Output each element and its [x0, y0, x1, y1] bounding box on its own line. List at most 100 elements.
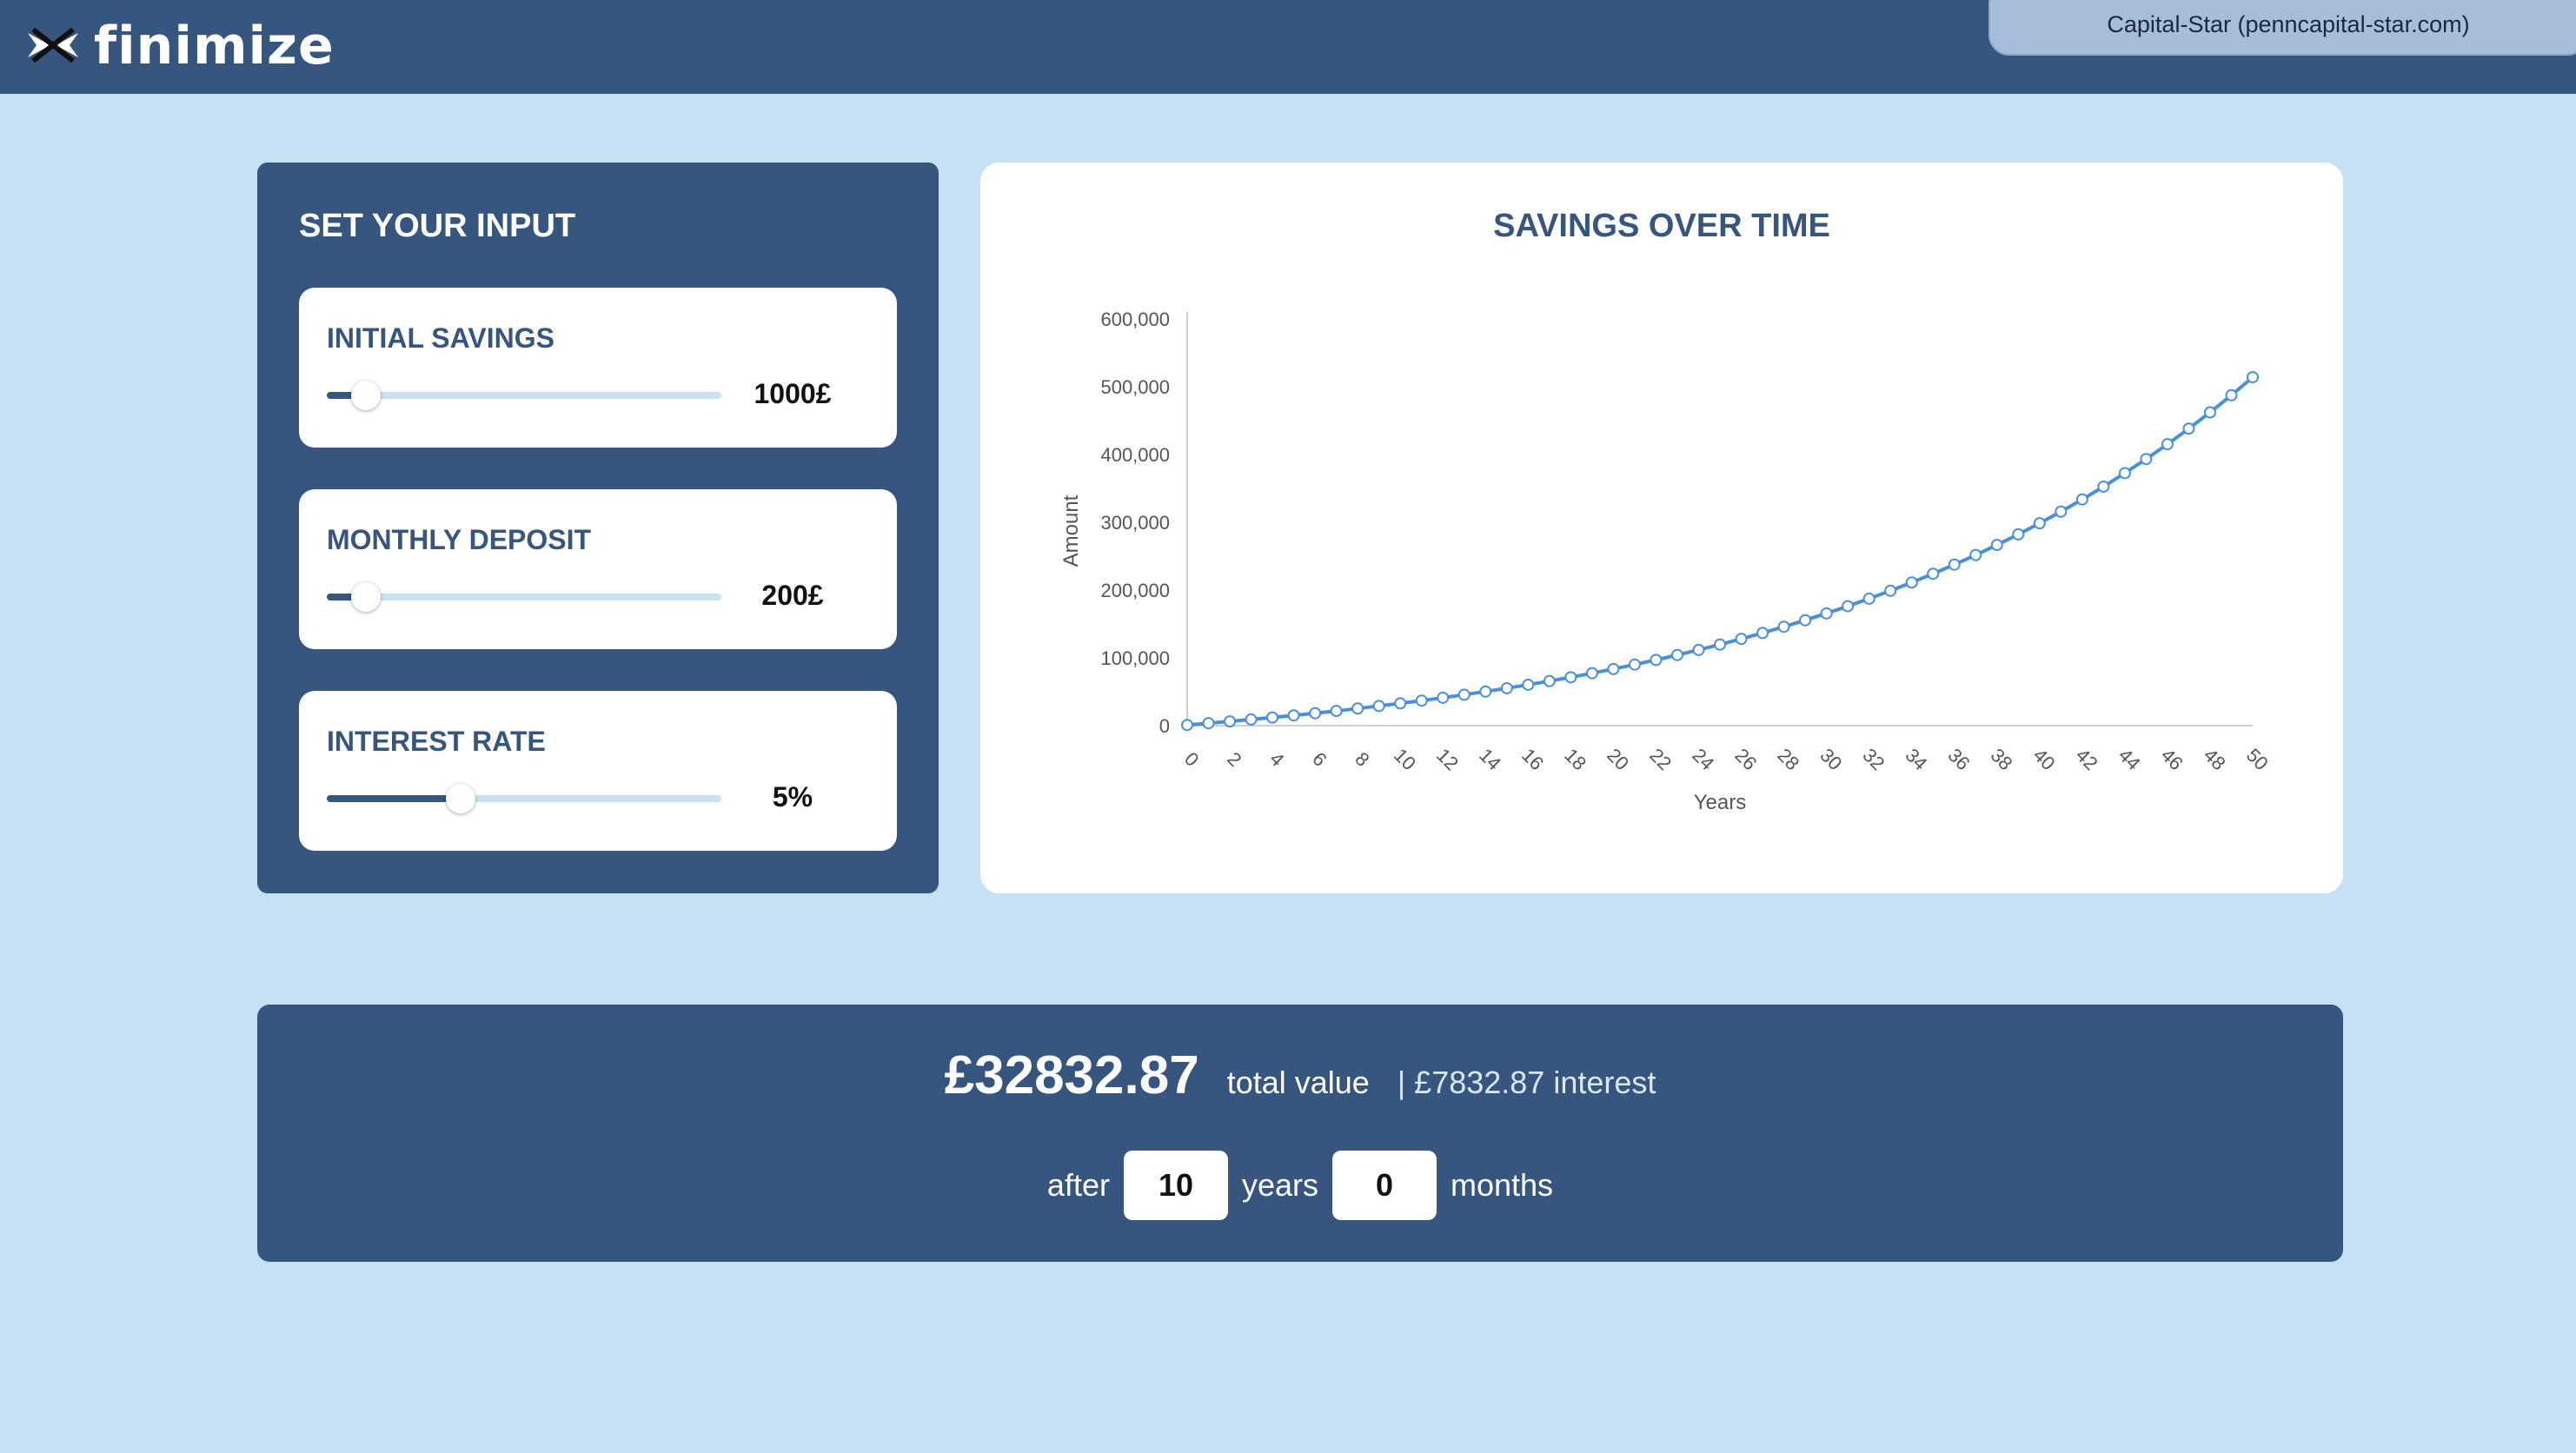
- input-panel-title: SET YOUR INPUT: [299, 208, 576, 244]
- total-label: total value: [1226, 1065, 1370, 1100]
- data-point: [1564, 671, 1577, 684]
- interest-rate-value: 5%: [772, 781, 813, 813]
- x-tick-label: 4: [1265, 748, 1288, 771]
- slider-fill: [327, 795, 461, 802]
- data-point: [1224, 715, 1237, 728]
- data-point: [1628, 658, 1641, 671]
- data-point: [1607, 662, 1620, 675]
- months-input[interactable]: 0: [1332, 1151, 1437, 1220]
- years-label: years: [1241, 1167, 1318, 1203]
- data-point: [1181, 719, 1193, 732]
- data-point: [1799, 614, 1812, 627]
- data-point: [2075, 493, 2088, 506]
- x-tick-label: 16: [1517, 744, 1548, 774]
- x-tick-label: 26: [1730, 744, 1761, 774]
- data-point: [1862, 592, 1876, 605]
- data-point: [2247, 371, 2259, 384]
- data-point: [1522, 678, 1535, 691]
- initial-savings-card: INITIAL SAVINGS 1000£: [299, 288, 897, 448]
- y-tick-label: 0: [1159, 715, 1170, 737]
- data-point: [1287, 709, 1300, 722]
- years-input[interactable]: 10: [1123, 1151, 1228, 1220]
- data-point: [1394, 697, 1407, 710]
- x-tick-label: 12: [1432, 744, 1463, 774]
- data-point: [1479, 685, 1492, 698]
- x-tick-label: 50: [2242, 744, 2273, 774]
- x-tick-label: 42: [2072, 744, 2102, 774]
- initial-savings-slider[interactable]: [327, 381, 721, 410]
- data-point: [1330, 705, 1343, 718]
- data-point: [2225, 388, 2238, 401]
- logo-text: finimize: [94, 16, 335, 76]
- data-point: [1714, 638, 1726, 651]
- notice-text: Capital-Star (penncapital-star.com): [2107, 11, 2470, 37]
- y-tick-label: 300,000: [1100, 512, 1170, 534]
- x-tick-label: 18: [1560, 744, 1590, 774]
- data-point: [1670, 648, 1683, 661]
- data-point: [1820, 607, 1833, 620]
- x-tick-label: 8: [1351, 748, 1373, 771]
- data-point: [2118, 467, 2131, 480]
- data-point: [1777, 620, 1790, 634]
- initial-savings-label: INITIAL SAVINGS: [327, 322, 554, 354]
- data-point: [1309, 707, 1322, 720]
- interest-rate-card: INTEREST RATE 5%: [299, 691, 897, 851]
- interest-rate-label: INTEREST RATE: [327, 726, 546, 757]
- x-tick-label: 30: [1816, 744, 1846, 774]
- data-point: [1884, 584, 1897, 597]
- data-point: [2033, 517, 2046, 530]
- monthly-deposit-card: MONTHLY DEPOSIT 200£: [299, 489, 897, 649]
- x-tick-label: 22: [1645, 744, 1676, 774]
- savings-chart: 0 100,000 200,000 300,000 400,000 500,000 600,…: [1059, 309, 2273, 814]
- x-tick-label: 28: [1773, 744, 1803, 774]
- data-point: [1927, 567, 1940, 581]
- after-label: after: [1046, 1167, 1110, 1203]
- data-point: [2182, 422, 2195, 435]
- monthly-deposit-slider[interactable]: [327, 582, 721, 612]
- data-point: [2161, 438, 2174, 451]
- savings-line: [1186, 375, 2254, 727]
- data-point: [2055, 505, 2068, 518]
- interest-rate-slider[interactable]: [327, 784, 721, 813]
- data-point: [1585, 667, 1598, 680]
- x-tick-label: 32: [1858, 744, 1889, 774]
- x-tick-label: 38: [1987, 744, 2017, 774]
- y-tick-label: 100,000: [1100, 647, 1170, 669]
- x-tick-label: 40: [2029, 744, 2060, 774]
- x-tick-label: 20: [1603, 744, 1633, 774]
- chart-panel: SAVINGS OVER TIME 0 100,000 200,000 300,000…: [980, 163, 2343, 893]
- slider-thumb[interactable]: [351, 381, 382, 410]
- data-point: [1351, 702, 1364, 715]
- finimize-logo-icon: [28, 27, 78, 63]
- monthly-deposit-value: 200£: [761, 580, 824, 611]
- monthly-deposit-label: MONTHLY DEPOSIT: [327, 524, 592, 555]
- interest-label: | £7832.87 interest: [1397, 1065, 1656, 1100]
- data-point: [1735, 633, 1748, 646]
- data-point: [1969, 548, 1982, 561]
- data-point: [1756, 627, 1769, 640]
- slider-thumb[interactable]: [446, 784, 476, 813]
- months-label: months: [1451, 1167, 1554, 1203]
- data-point: [1543, 674, 1556, 687]
- data-point: [2097, 480, 2110, 493]
- summary-panel: £32832.87 total value | £7832.87 interes…: [257, 1005, 2343, 1262]
- notice-banner[interactable]: Capital-Star (penncapital-star.com): [1988, 0, 2576, 56]
- y-tick-label: 200,000: [1100, 580, 1170, 601]
- data-point: [2012, 527, 2025, 541]
- input-panel: SET YOUR INPUT INITIAL SAVINGS 1000£ MON…: [257, 163, 939, 893]
- data-point: [1415, 694, 1428, 707]
- slider-thumb[interactable]: [351, 582, 382, 612]
- data-point: [1650, 654, 1663, 667]
- x-tick-label: 48: [2200, 744, 2230, 774]
- data-point: [1457, 688, 1471, 701]
- x-tick-label: 6: [1308, 748, 1331, 771]
- x-tick-label: 46: [2157, 744, 2188, 774]
- data-point: [2140, 453, 2153, 466]
- data-point: [1266, 711, 1279, 724]
- data-point: [1842, 600, 1855, 613]
- finimize-logo[interactable]: finimize: [24, 16, 335, 76]
- data-point: [1202, 717, 1215, 730]
- app-header: finimize Capital-Star (penncapital-star.…: [0, 0, 2576, 94]
- x-tick-label: 44: [2115, 744, 2145, 774]
- data-point: [1500, 681, 1513, 694]
